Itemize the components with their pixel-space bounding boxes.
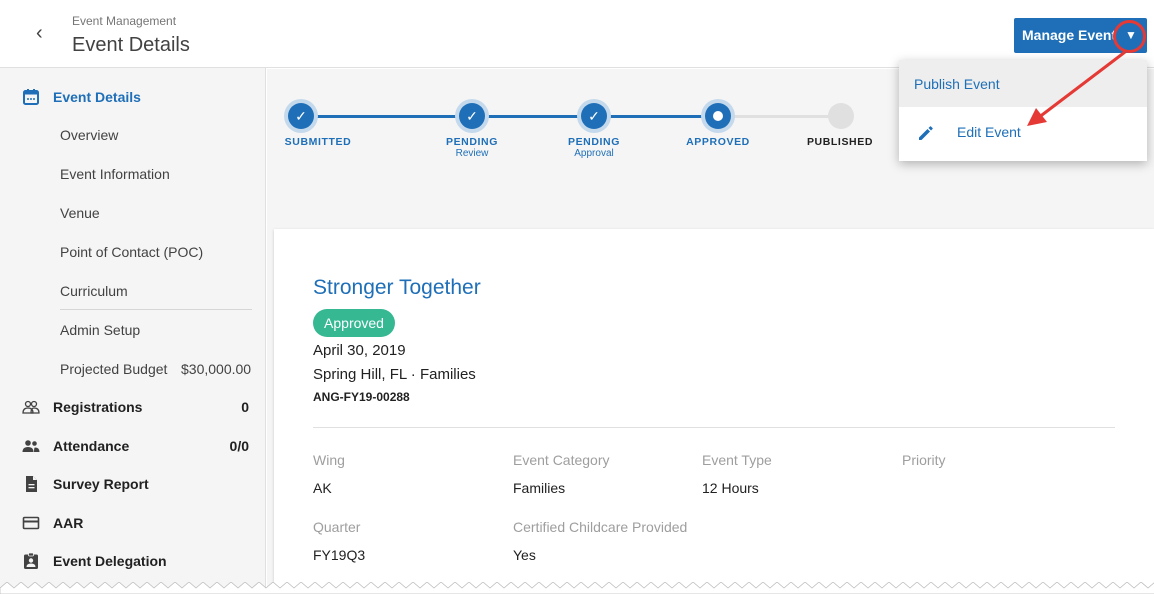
- field-label-wing: Wing: [313, 452, 345, 468]
- step-review-check-icon: ✓: [459, 103, 485, 129]
- event-location: Spring Hill, FL · Families: [313, 366, 476, 383]
- manage-event-label: Manage Event: [1022, 27, 1117, 43]
- field-label-type: Event Type: [702, 452, 772, 468]
- field-label-priority: Priority: [902, 452, 946, 468]
- menu-item-label: Publish Event: [914, 76, 1000, 92]
- step-approval-check-icon: ✓: [581, 103, 607, 129]
- field-value-childcare: Yes: [513, 547, 536, 563]
- annotation-circle: [1113, 20, 1146, 53]
- sidebar-item-label: Event Details: [53, 89, 141, 105]
- page-title: Event Details: [72, 34, 190, 56]
- manage-event-menu: Publish Event Edit Event: [899, 60, 1147, 161]
- field-label-category: Event Category: [513, 452, 610, 468]
- sidebar-item-label: Registrations: [53, 399, 143, 415]
- step-label: PUBLISHED: [806, 136, 874, 148]
- step-label: SUBMITTED: [284, 136, 352, 148]
- menu-item-label: Edit Event: [957, 124, 1021, 140]
- sidebar-item-venue[interactable]: Venue: [60, 205, 100, 221]
- people-icon: [22, 440, 40, 452]
- stepper-progress-line: [301, 115, 721, 118]
- sidebar-item-event-information[interactable]: Event Information: [60, 166, 170, 182]
- sidebar-item-aar[interactable]: AAR: [0, 505, 266, 541]
- budget-value: $30,000.00: [181, 361, 252, 377]
- step-sublabel: Approval: [574, 148, 614, 159]
- event-date: April 30, 2019: [313, 342, 406, 359]
- step-label: PENDING: [445, 136, 499, 148]
- sidebar-item-admin-setup[interactable]: Admin Setup: [60, 322, 140, 338]
- calendar-icon: [23, 89, 39, 105]
- page-header: ‹ Event Management Event Details: [0, 0, 1154, 68]
- sidebar-item-registrations[interactable]: Registrations 0: [0, 389, 266, 425]
- menu-item-edit-event[interactable]: Edit Event: [899, 107, 1147, 161]
- sidebar-item-label: Attendance: [53, 438, 130, 454]
- field-label-quarter: Quarter: [313, 519, 361, 535]
- field-value-type: 12 Hours: [702, 480, 759, 496]
- sidebar-item-projected-budget[interactable]: Projected Budget: [60, 361, 167, 377]
- step-submitted-check-icon: ✓: [288, 103, 314, 129]
- document-icon: [26, 476, 37, 492]
- sidebar-item-label: Survey Report: [53, 476, 149, 492]
- step-published-pending-icon: [828, 103, 854, 129]
- event-title: Stronger Together: [313, 276, 481, 299]
- back-arrow-icon[interactable]: ‹: [36, 23, 56, 43]
- sidebar-item-overview[interactable]: Overview: [60, 127, 118, 143]
- attendance-count: 0/0: [229, 438, 249, 454]
- sidebar-item-curriculum[interactable]: Curriculum: [60, 283, 128, 299]
- sidebar-divider: [60, 309, 252, 310]
- sidebar-item-label: AAR: [53, 515, 84, 531]
- step-approved-current-icon: [705, 103, 731, 129]
- event-id: ANG-FY19-00288: [313, 390, 410, 404]
- step-sublabel: Review: [455, 148, 489, 159]
- step-label: PENDING: [567, 136, 621, 148]
- field-value-wing: AK: [313, 480, 332, 496]
- torn-edge-decoration: [0, 582, 1154, 594]
- breadcrumb[interactable]: Event Management: [72, 14, 176, 28]
- menu-item-publish-event[interactable]: Publish Event: [899, 60, 1147, 107]
- sidebar-item-label: Event Delegation: [53, 553, 167, 569]
- field-label-childcare: Certified Childcare Provided: [513, 519, 688, 535]
- sidebar-item-event-details[interactable]: Event Details: [0, 79, 266, 115]
- registrations-count: 0: [241, 399, 249, 415]
- stepper-remaining-line: [721, 115, 841, 118]
- step-label: APPROVED: [686, 136, 750, 148]
- sidebar-item-attendance[interactable]: Attendance 0/0: [0, 428, 266, 464]
- status-badge: Approved: [313, 309, 395, 337]
- pencil-icon: [919, 126, 933, 140]
- card-divider: [313, 427, 1115, 428]
- field-value-category: Families: [513, 480, 566, 496]
- sidebar-item-poc[interactable]: Point of Contact (POC): [60, 244, 203, 260]
- group-outline-icon: [22, 400, 40, 414]
- sidebar-item-survey-report[interactable]: Survey Report: [0, 466, 266, 502]
- field-value-quarter: FY19Q3: [313, 547, 366, 563]
- assignment-ind-icon: [24, 552, 38, 569]
- credit-card-icon: [22, 516, 40, 530]
- sidebar-item-event-delegation[interactable]: Event Delegation: [0, 543, 266, 579]
